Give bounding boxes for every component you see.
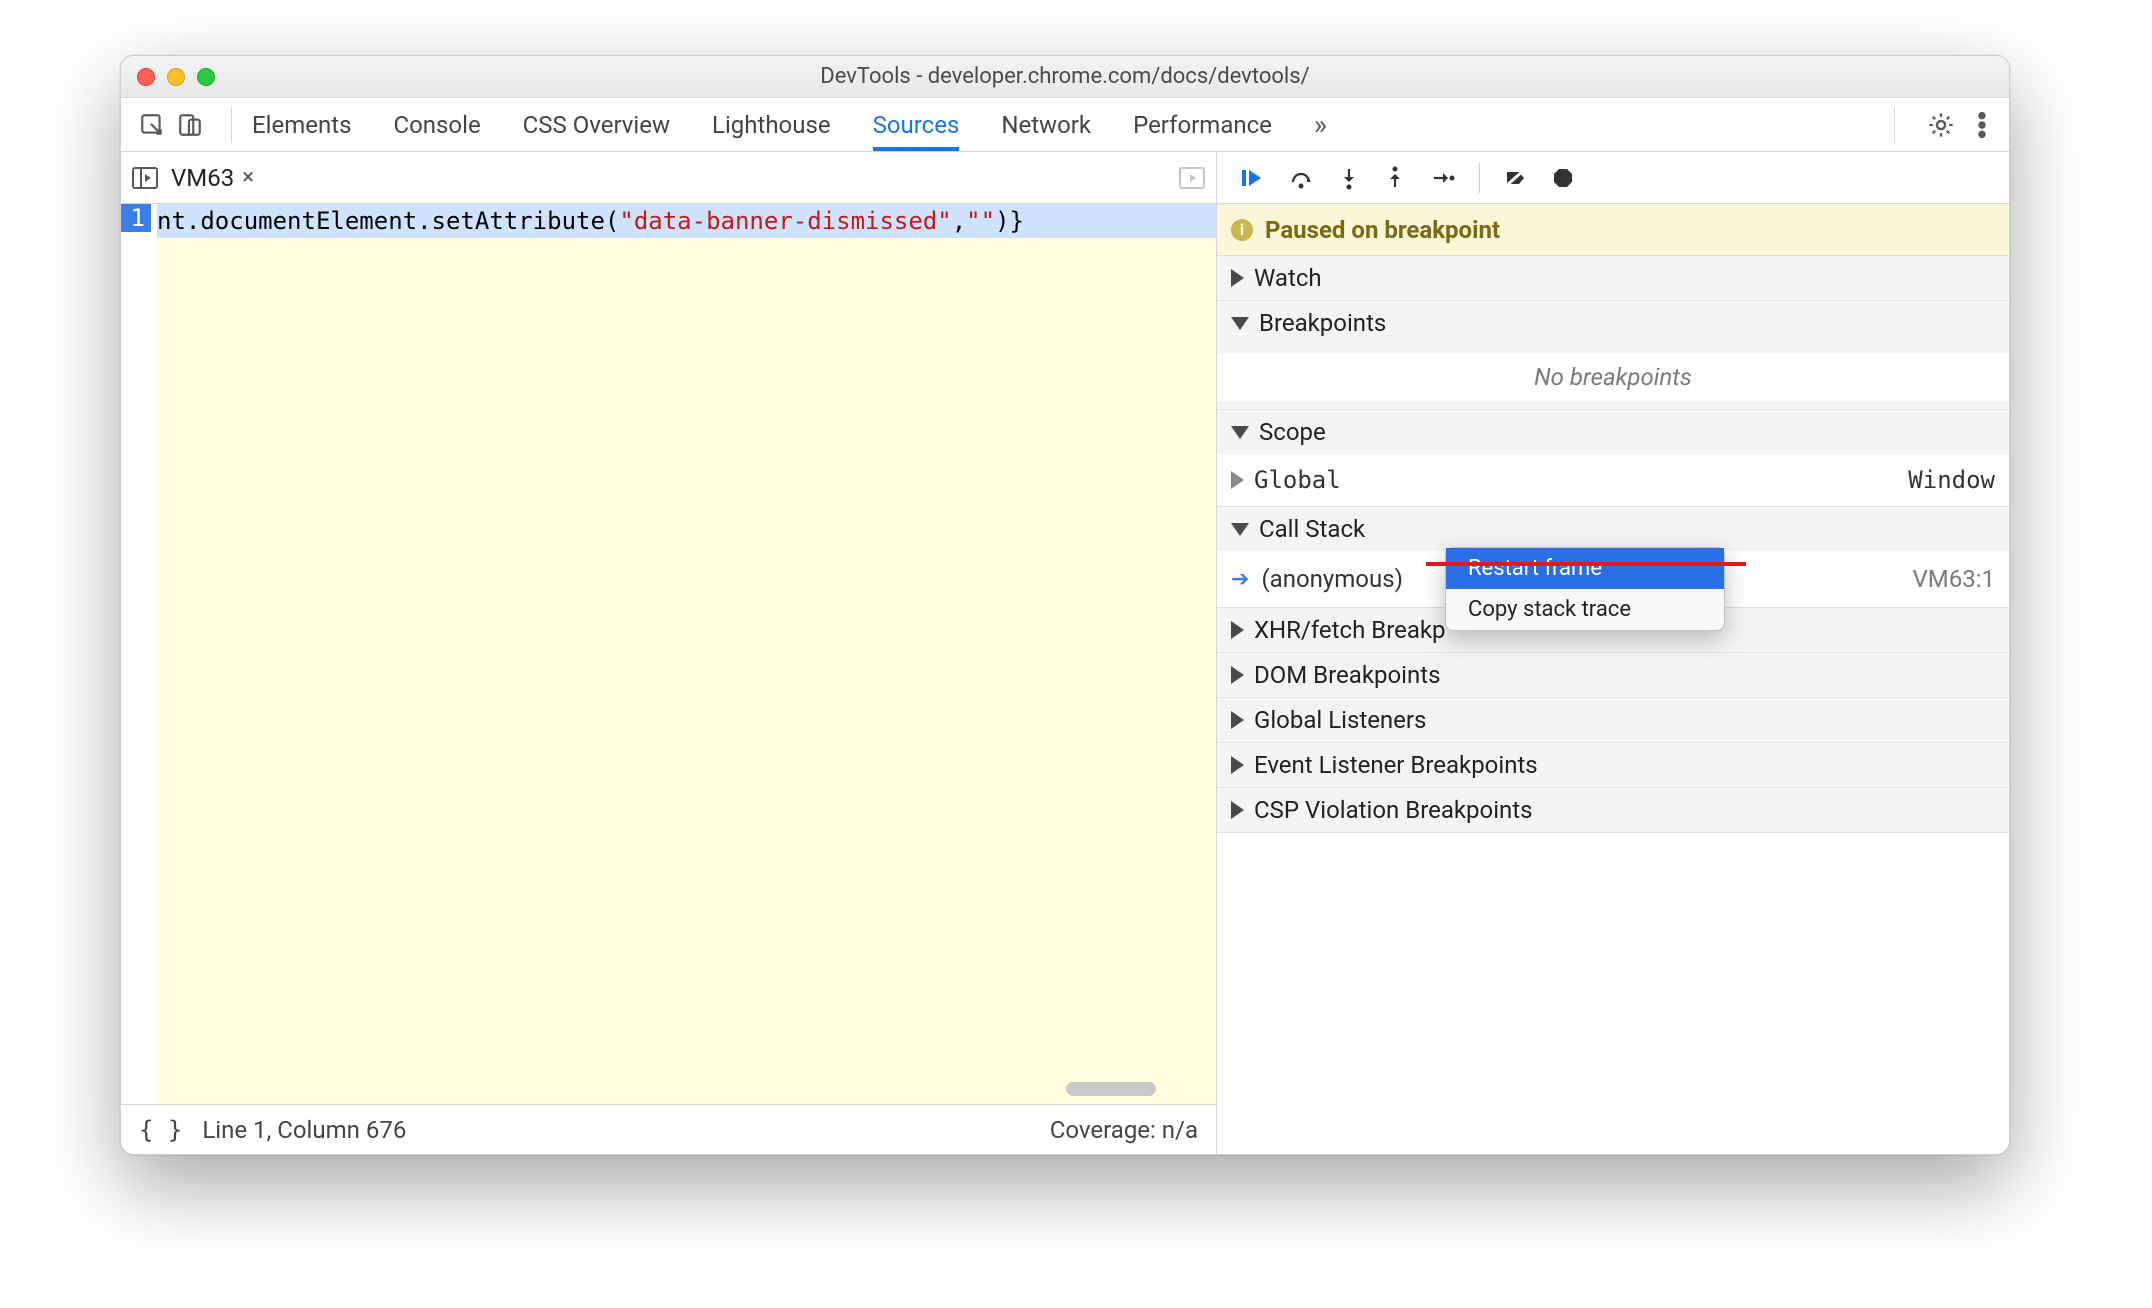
- file-tab-label: VM63: [171, 164, 234, 192]
- xhr-breakpoints-label: XHR/fetch Breakp: [1254, 616, 1446, 644]
- scope-global-row[interactable]: Global Window: [1217, 462, 2009, 498]
- step-out-icon[interactable]: [1383, 166, 1407, 190]
- tab-sources[interactable]: Sources: [873, 98, 960, 151]
- pretty-print-icon[interactable]: { }: [139, 1116, 182, 1144]
- file-tab[interactable]: VM63 ×: [171, 164, 254, 192]
- chevron-down-icon: [1231, 426, 1249, 439]
- global-listeners-label: Global Listeners: [1254, 706, 1426, 734]
- strikethrough-annotation: [1426, 562, 1746, 566]
- context-menu-restart-frame[interactable]: Restart frame: [1446, 548, 1724, 589]
- callstack-label: Call Stack: [1259, 515, 1365, 543]
- code-text: )}: [995, 207, 1024, 235]
- code-string: "data-banner-dismissed": [619, 207, 951, 235]
- context-menu: Restart frame Copy stack trace: [1445, 547, 1725, 631]
- tab-lighthouse[interactable]: Lighthouse: [712, 98, 831, 151]
- breakpoints-section-header[interactable]: Breakpoints: [1217, 301, 2009, 345]
- info-icon: i: [1231, 219, 1253, 241]
- line-gutter: 1: [121, 204, 157, 1104]
- tab-elements[interactable]: Elements: [252, 98, 351, 151]
- chevron-right-icon: [1231, 269, 1244, 287]
- no-breakpoints-text: No breakpoints: [1217, 353, 2009, 401]
- scope-label: Scope: [1259, 418, 1326, 446]
- main-tabs: Elements Console CSS Overview Lighthouse…: [121, 98, 2009, 152]
- window-title: DevTools - developer.chrome.com/docs/dev…: [121, 64, 2009, 89]
- pause-on-exceptions-icon[interactable]: [1550, 166, 1576, 190]
- run-snippet-icon[interactable]: [1178, 166, 1206, 190]
- cursor-position: Line 1, Column 676: [202, 1116, 406, 1144]
- deactivate-breakpoints-icon[interactable]: [1502, 166, 1528, 190]
- chevron-right-icon: [1231, 756, 1244, 774]
- paused-label: Paused on breakpoint: [1265, 216, 1500, 244]
- step-into-icon[interactable]: [1337, 166, 1361, 190]
- step-icon[interactable]: [1429, 166, 1457, 190]
- callstack-frame[interactable]: ➔ (anonymous) VM63:1 Restart frame Copy …: [1217, 559, 2009, 599]
- tabs-overflow-icon[interactable]: »: [1314, 98, 1327, 151]
- editor-statusbar: { } Line 1, Column 676 Coverage: n/a: [121, 1104, 1216, 1154]
- debugger-pane: i Paused on breakpoint Watch Breakpoints…: [1217, 152, 2009, 1154]
- devtools-window: DevTools - developer.chrome.com/docs/dev…: [120, 55, 2010, 1155]
- tab-console[interactable]: Console: [393, 98, 480, 151]
- coverage-status: Coverage: n/a: [1050, 1116, 1198, 1144]
- code-text: nt.documentElement.setAttribute(: [157, 207, 619, 235]
- titlebar: DevTools - developer.chrome.com/docs/dev…: [121, 56, 2009, 98]
- context-menu-copy-stack-trace[interactable]: Copy stack trace: [1446, 589, 1724, 630]
- code-string: "": [966, 207, 995, 235]
- code-text: ,: [952, 207, 966, 235]
- chevron-right-icon: [1231, 666, 1244, 684]
- callstack-frame-source: VM63:1: [1912, 565, 1995, 593]
- tab-performance[interactable]: Performance: [1133, 98, 1272, 151]
- context-menu-item-label: Restart frame: [1468, 556, 1602, 581]
- code-editor[interactable]: 1 nt.documentElement.setAttribute("data-…: [121, 204, 1216, 1104]
- callstack-frame-name: (anonymous): [1261, 565, 1403, 593]
- kebab-menu-icon[interactable]: [1977, 111, 1987, 139]
- chevron-right-icon: [1231, 801, 1244, 819]
- current-frame-icon: ➔: [1231, 567, 1249, 592]
- device-toggle-icon[interactable]: [177, 112, 203, 138]
- tab-css-overview[interactable]: CSS Overview: [523, 98, 670, 151]
- watch-section-header[interactable]: Watch: [1217, 256, 2009, 300]
- step-over-icon[interactable]: [1287, 166, 1315, 190]
- scope-global-label: Global: [1254, 466, 1341, 494]
- chevron-right-icon: [1231, 471, 1244, 489]
- chevron-down-icon: [1231, 523, 1249, 536]
- sources-editor-pane: VM63 × 1 nt.documentElement.setAttribute…: [121, 152, 1217, 1154]
- code-body[interactable]: nt.documentElement.setAttribute("data-ba…: [157, 204, 1216, 1104]
- inspect-icon[interactable]: [139, 112, 165, 138]
- close-icon[interactable]: ×: [242, 165, 254, 190]
- navigator-toggle-icon[interactable]: [131, 166, 159, 190]
- debugger-toolbar: [1217, 152, 2009, 204]
- csp-breakpoints-header[interactable]: CSP Violation Breakpoints: [1217, 788, 2009, 832]
- chevron-down-icon: [1231, 317, 1249, 330]
- paused-banner: i Paused on breakpoint: [1217, 204, 2009, 256]
- resume-icon[interactable]: [1237, 166, 1265, 190]
- horizontal-scrollbar-thumb[interactable]: [1066, 1082, 1156, 1096]
- tab-network[interactable]: Network: [1001, 98, 1091, 151]
- scope-global-value: Window: [1908, 466, 1995, 494]
- event-listener-breakpoints-label: Event Listener Breakpoints: [1254, 751, 1538, 779]
- gear-icon[interactable]: [1927, 111, 1955, 139]
- scope-section-header[interactable]: Scope: [1217, 410, 2009, 454]
- global-listeners-header[interactable]: Global Listeners: [1217, 698, 2009, 742]
- watch-label: Watch: [1254, 264, 1322, 292]
- dom-breakpoints-label: DOM Breakpoints: [1254, 661, 1440, 689]
- event-listener-breakpoints-header[interactable]: Event Listener Breakpoints: [1217, 743, 2009, 787]
- csp-breakpoints-label: CSP Violation Breakpoints: [1254, 796, 1533, 824]
- dom-breakpoints-header[interactable]: DOM Breakpoints: [1217, 653, 2009, 697]
- chevron-right-icon: [1231, 711, 1244, 729]
- line-number: 1: [121, 204, 151, 232]
- editor-tabs: VM63 ×: [121, 152, 1216, 204]
- callstack-section-header[interactable]: Call Stack: [1217, 507, 2009, 551]
- chevron-right-icon: [1231, 621, 1244, 639]
- breakpoints-label: Breakpoints: [1259, 309, 1386, 337]
